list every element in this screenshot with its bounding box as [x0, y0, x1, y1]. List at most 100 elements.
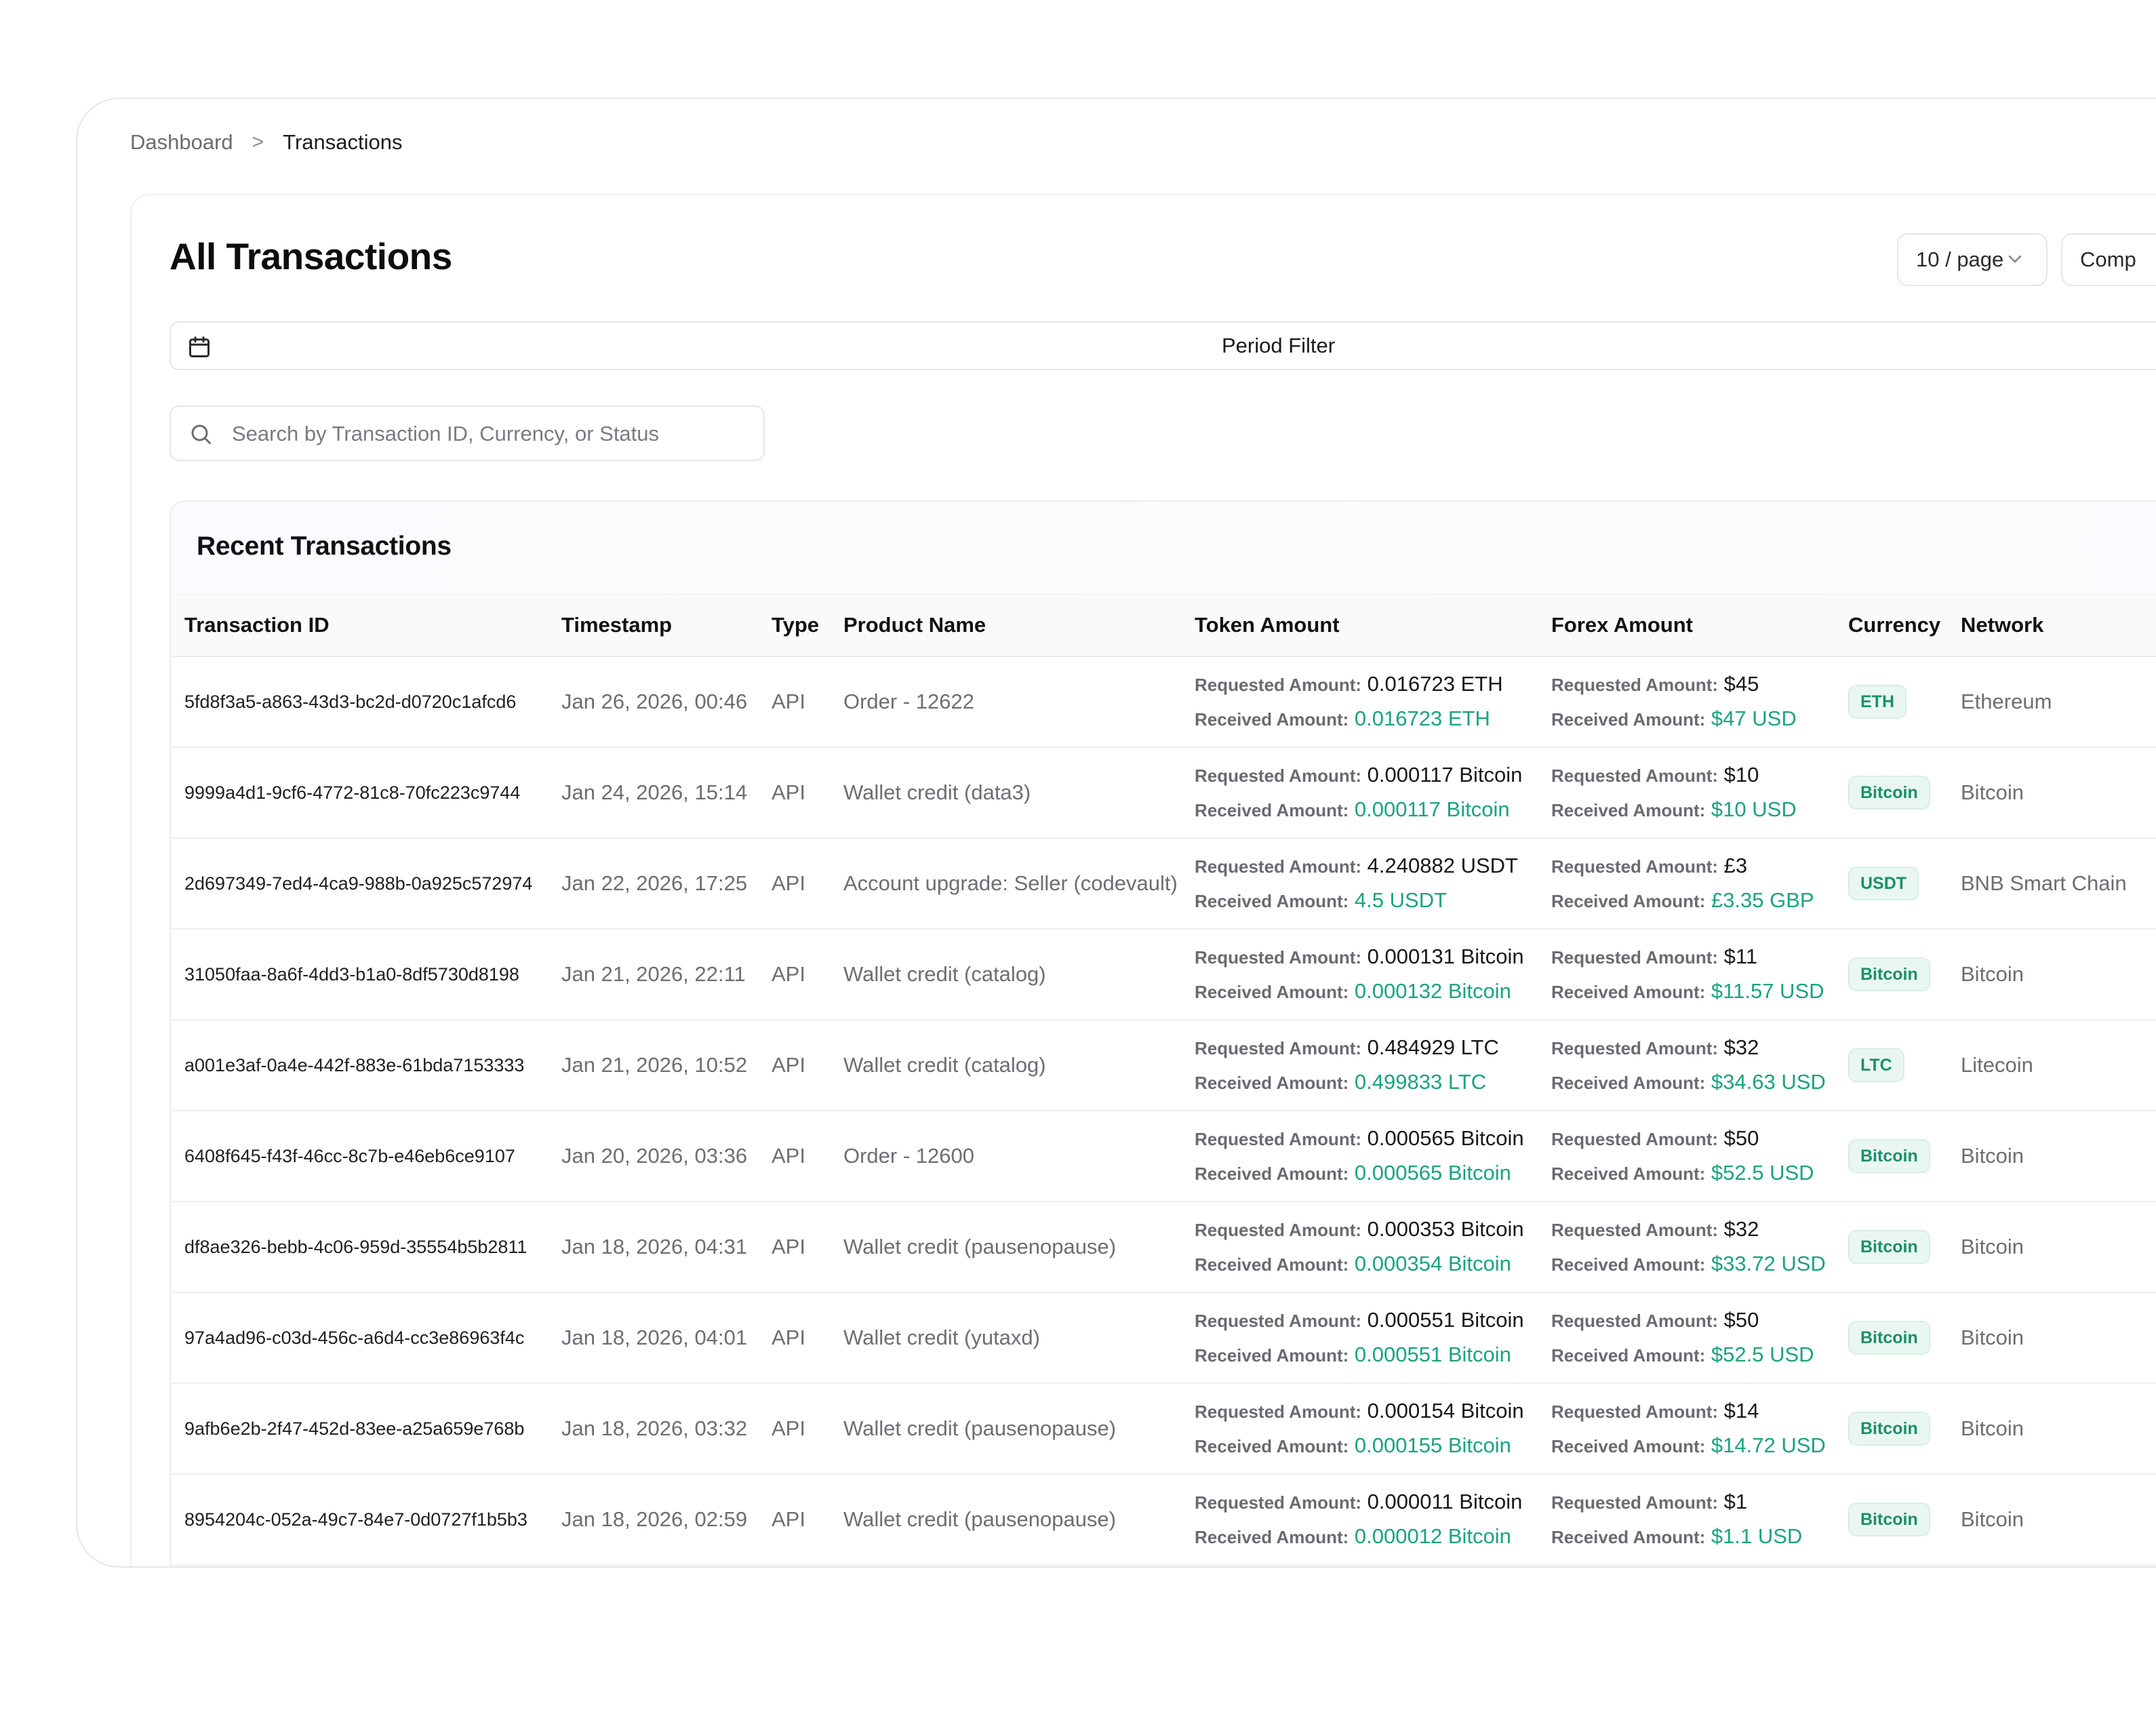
received-amount-label: Received Amount: [1195, 1254, 1349, 1275]
transaction-id-cell[interactable]: 31050faa-8a6f-4dd3-b1a0-8df5730d8198 [171, 929, 548, 1020]
token-amount-cell: Requested Amount: 0.016723 ETH Received A… [1181, 656, 1538, 748]
table-row[interactable]: 6408f645-f43f-46cc-8c7b-e46eb6ce9107 Jan … [171, 1111, 2156, 1202]
forex-received-value: $33.72 USD [1711, 1252, 1826, 1275]
currency-cell: Bitcoin [1835, 929, 1947, 1020]
transaction-id-cell[interactable]: 2d697349-7ed4-4ca9-988b-0a925c572974 [171, 838, 548, 930]
token-received-value: 0.000012 Bitcoin [1354, 1524, 1511, 1548]
network-cell: Bitcoin [1947, 1292, 2156, 1384]
recent-transactions-table-card: Recent Transactions Transaction ID Times… [169, 500, 2156, 1566]
requested-amount-label: Requested Amount: [1551, 1220, 1719, 1240]
column-header-product-name[interactable]: Product Name [830, 595, 1181, 657]
received-amount-label: Received Amount: [1551, 1164, 1706, 1184]
network-cell: Bitcoin [1947, 747, 2156, 839]
column-header-network[interactable]: Network [1947, 595, 2156, 657]
currency-badge: Bitcoin [1848, 1230, 1930, 1264]
compact-view-button[interactable]: Comp [2061, 233, 2156, 286]
transaction-id-cell[interactable]: 9afb6e2b-2f47-452d-83ee-a25a659e768b [171, 1383, 548, 1475]
column-header-forex-amount[interactable]: Forex Amount [1538, 595, 1835, 657]
forex-amount-cell: Requested Amount: $11 Received Amount: $1… [1538, 929, 1835, 1020]
received-amount-label: Received Amount: [1195, 1527, 1349, 1547]
breadcrumb-dashboard-link[interactable]: Dashboard [130, 130, 233, 155]
transaction-id-cell[interactable]: 9999a4d1-9cf6-4772-81c8-70fc223c9744 [171, 747, 548, 839]
type-cell: API [758, 1111, 830, 1202]
product-name-cell: Wallet credit (catalog) [830, 929, 1181, 1020]
forex-requested-value: $32 [1723, 1217, 1759, 1241]
received-amount-label: Received Amount: [1551, 1436, 1706, 1456]
received-amount-label: Received Amount: [1195, 1073, 1349, 1093]
transaction-id-cell[interactable]: 97a4ad96-c03d-456c-a6d4-cc3e86963f4c [171, 1292, 548, 1384]
requested-amount-label: Requested Amount: [1195, 1038, 1362, 1058]
token-requested-value: 0.000011 Bitcoin [1367, 1490, 1523, 1513]
search-input[interactable] [231, 414, 748, 454]
period-filter[interactable]: Period Filter [169, 321, 2156, 370]
requested-amount-label: Requested Amount: [1551, 1402, 1719, 1422]
forex-amount-cell: Requested Amount: $10 Received Amount: $1… [1538, 747, 1835, 839]
received-amount-label: Received Amount: [1195, 709, 1349, 730]
token-received-value: 0.000551 Bitcoin [1354, 1343, 1511, 1366]
column-header-token-amount[interactable]: Token Amount [1181, 595, 1538, 657]
table-row[interactable]: 8954204c-052a-49c7-84e7-0d0727f1b5b3 Jan … [171, 1474, 2156, 1566]
network-cell: Bitcoin [1947, 1111, 2156, 1202]
forex-received-value: £3.35 GBP [1711, 888, 1814, 912]
type-cell: API [758, 1292, 830, 1384]
requested-amount-label: Requested Amount: [1551, 1129, 1719, 1149]
timestamp-cell: Jan 21, 2026, 22:11 [548, 929, 758, 1020]
token-amount-cell: Requested Amount: 0.000117 Bitcoin Receiv… [1181, 747, 1538, 839]
table-row[interactable]: 9999a4d1-9cf6-4772-81c8-70fc223c9744 Jan … [171, 747, 2156, 839]
token-received-value: 0.000354 Bitcoin [1354, 1252, 1511, 1275]
table-row[interactable]: a001e3af-0a4e-442f-883e-61bda7153333 Jan … [171, 1020, 2156, 1111]
transaction-id-cell[interactable]: 5fd8f3a5-a863-43d3-bc2d-d0720c1afcd6 [171, 656, 548, 748]
requested-amount-label: Requested Amount: [1551, 947, 1719, 968]
type-cell: API [758, 1474, 830, 1566]
table-row[interactable]: df8ae326-bebb-4c06-959d-35554b5b2811 Jan … [171, 1201, 2156, 1293]
requested-amount-label: Requested Amount: [1551, 1492, 1719, 1513]
breadcrumb: Dashboard > Transactions [130, 130, 403, 155]
received-amount-label: Received Amount: [1195, 1345, 1349, 1366]
chevron-down-icon [2004, 248, 2026, 275]
column-header-transaction-id[interactable]: Transaction ID [171, 595, 548, 657]
table-row[interactable]: 5fd8f3a5-a863-43d3-bc2d-d0720c1afcd6 Jan … [171, 656, 2156, 748]
table-row[interactable]: 2d697349-7ed4-4ca9-988b-0a925c572974 Jan … [171, 838, 2156, 930]
token-amount-cell: Requested Amount: 4.240882 USDT Received … [1181, 838, 1538, 930]
table-row[interactable]: 97a4ad96-c03d-456c-a6d4-cc3e86963f4c Jan … [171, 1292, 2156, 1384]
token-requested-value: 0.000353 Bitcoin [1367, 1217, 1524, 1241]
received-amount-label: Received Amount: [1551, 1254, 1706, 1275]
token-amount-cell: Requested Amount: 0.000551 Bitcoin Receiv… [1181, 1292, 1538, 1384]
network-cell: BNB Smart Chain [1947, 838, 2156, 930]
product-name-cell: Wallet credit (yutaxd) [830, 1292, 1181, 1384]
transaction-id-cell[interactable]: a001e3af-0a4e-442f-883e-61bda7153333 [171, 1020, 548, 1111]
table-row[interactable]: 31050faa-8a6f-4dd3-b1a0-8df5730d8198 Jan … [171, 929, 2156, 1020]
transaction-id-cell[interactable]: 6408f645-f43f-46cc-8c7b-e46eb6ce9107 [171, 1111, 548, 1202]
column-header-currency[interactable]: Currency [1835, 595, 1947, 657]
forex-amount-cell: Requested Amount: $45 Received Amount: $4… [1538, 656, 1835, 748]
forex-requested-value: £3 [1723, 854, 1748, 877]
column-header-type[interactable]: Type [758, 595, 830, 657]
received-amount-label: Received Amount: [1551, 709, 1706, 730]
received-amount-label: Received Amount: [1551, 891, 1706, 911]
forex-received-value: $1.1 USD [1711, 1524, 1803, 1548]
product-name-cell: Order - 12622 [830, 656, 1181, 748]
per-page-select[interactable]: 10 / page [1897, 233, 2048, 286]
forex-amount-cell: Requested Amount: $1 Received Amount: $1.… [1538, 1474, 1835, 1566]
table-row[interactable]: 9afb6e2b-2f47-452d-83ee-a25a659e768b Jan … [171, 1383, 2156, 1475]
transaction-id-cell[interactable]: 8954204c-052a-49c7-84e7-0d0727f1b5b3 [171, 1474, 548, 1566]
token-received-value: 0.000155 Bitcoin [1354, 1433, 1511, 1457]
received-amount-label: Received Amount: [1551, 1073, 1706, 1093]
forex-received-value: $52.5 USD [1711, 1343, 1814, 1366]
token-amount-cell: Requested Amount: 0.000011 Bitcoin Receiv… [1181, 1474, 1538, 1566]
forex-requested-value: $14 [1723, 1399, 1759, 1423]
forex-requested-value: $32 [1723, 1035, 1759, 1059]
received-amount-label: Received Amount: [1551, 982, 1706, 1002]
requested-amount-label: Requested Amount: [1551, 1311, 1719, 1331]
chevron-right-icon: > [252, 131, 264, 153]
transaction-id-cell[interactable]: df8ae326-bebb-4c06-959d-35554b5b2811 [171, 1201, 548, 1293]
received-amount-label: Received Amount: [1195, 891, 1349, 911]
type-cell: API [758, 1201, 830, 1293]
network-cell: Litecoin [1947, 1020, 2156, 1111]
column-header-timestamp[interactable]: Timestamp [548, 595, 758, 657]
timestamp-cell: Jan 18, 2026, 02:59 [548, 1474, 758, 1566]
currency-cell: Bitcoin [1835, 747, 1947, 839]
forex-received-value: $34.63 USD [1711, 1070, 1826, 1094]
network-cell: Bitcoin [1947, 929, 2156, 1020]
type-cell: API [758, 1383, 830, 1475]
